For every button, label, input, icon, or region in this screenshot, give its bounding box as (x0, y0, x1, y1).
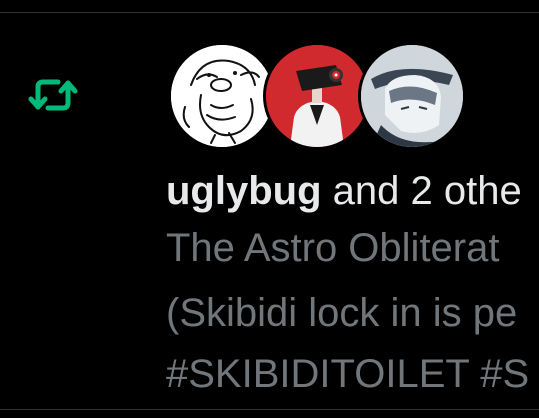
bottom-divider (0, 409, 539, 410)
anime-character-avatar[interactable] (358, 42, 466, 150)
others-text: and 2 othe (332, 169, 522, 213)
top-divider (0, 12, 539, 13)
camera-head-figure-avatar[interactable] (263, 42, 371, 150)
post-text-line-3: #SKIBIDITOILET #S (166, 352, 530, 396)
post-text-line-2: (Skibidi lock in is pe (166, 291, 518, 335)
cartoon-bird-sketch-avatar[interactable] (168, 42, 276, 150)
avatar-stack[interactable] (168, 42, 478, 150)
post-text-line-1: The Astro Obliterat (166, 226, 500, 270)
username-link[interactable]: uglybug (166, 169, 322, 213)
retweet-icon (28, 75, 78, 115)
repost-context-line: uglybug and 2 othe (166, 165, 522, 217)
